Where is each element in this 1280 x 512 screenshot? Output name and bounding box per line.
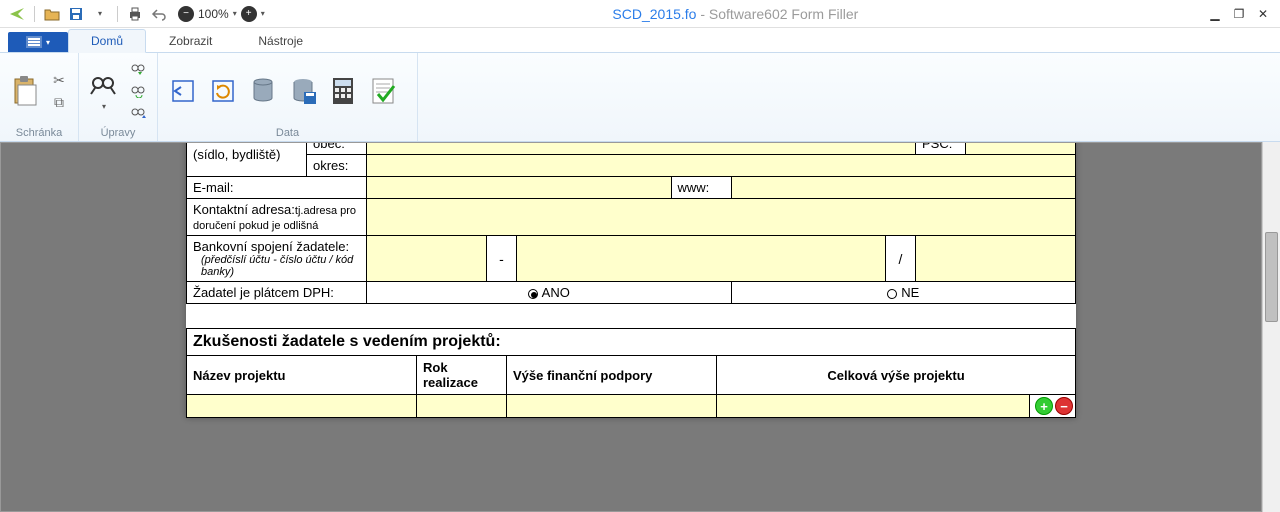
calculator-button[interactable] <box>326 67 360 115</box>
bank-label: Bankovní spojení žadatele: <box>193 239 349 254</box>
residence-label: (sídlo, bydliště) <box>187 142 307 177</box>
vat-no-label: NE <box>901 285 919 300</box>
ribbon-tabs: ▾ Domů Zobrazit Nástroje <box>0 28 1280 52</box>
col-total: Celková výše projektu <box>717 356 1076 395</box>
zoom-dropdown-icon[interactable]: ▾ <box>233 9 237 18</box>
contact-label: Kontaktní adresa: <box>193 202 295 217</box>
psc-field[interactable] <box>966 142 1076 155</box>
zoom-controls: − 100% ▾ + ▾ <box>178 6 265 22</box>
vat-yes-cell[interactable]: ANO <box>367 282 732 304</box>
ribbon-group-clipboard: ✂ ⧉ Schránka <box>0 53 79 141</box>
table-row: + − <box>187 395 1076 418</box>
add-row-button[interactable]: + <box>1035 397 1053 415</box>
copy-button[interactable]: ⧉ <box>48 92 70 112</box>
ribbon-group-clipboard-label: Schránka <box>8 125 70 139</box>
vertical-scrollbar[interactable] <box>1262 142 1280 512</box>
undo-icon[interactable] <box>150 5 168 23</box>
cut-button[interactable]: ✂ <box>48 70 70 90</box>
refresh-out-button[interactable] <box>166 67 200 115</box>
find-next-button[interactable] <box>127 59 149 79</box>
file-tab[interactable]: ▾ <box>8 32 68 52</box>
radio-unselected-icon[interactable] <box>887 289 897 299</box>
window-title: SCD_2015.fo - Software602 Form Filler <box>265 6 1206 22</box>
restore-button[interactable]: ❐ <box>1230 5 1248 23</box>
window-controls: ▁ ❐ ✕ <box>1206 5 1280 23</box>
email-label: E-mail: <box>187 177 367 199</box>
form-page: (sídlo, bydliště) obec: PSČ: okres: E-ma… <box>186 142 1076 418</box>
vat-yes-label: ANO <box>542 285 570 300</box>
database-save-button[interactable] <box>286 67 320 115</box>
find-button[interactable]: ▾ <box>87 67 121 115</box>
www-label: www: <box>671 177 731 199</box>
col-project-name: Název projektu <box>187 356 417 395</box>
ribbon-group-data: Data <box>158 53 418 141</box>
app-name: Software602 Form Filler <box>709 6 858 22</box>
okres-label: okres: <box>307 155 367 177</box>
tab-view[interactable]: Zobrazit <box>146 29 235 52</box>
database-button[interactable] <box>246 67 280 115</box>
tab-tools[interactable]: Nástroje <box>235 29 326 52</box>
applicant-table: (sídlo, bydliště) obec: PSČ: okres: E-ma… <box>186 142 1076 304</box>
scrollbar-thumb[interactable] <box>1265 232 1278 322</box>
validate-button[interactable] <box>366 67 400 115</box>
psc-label: PSČ: <box>916 142 966 155</box>
title-bar: ▾ − 100% ▾ + ▾ SCD_2015.fo - Software602… <box>0 0 1280 28</box>
col-year: Rok realizace <box>417 356 507 395</box>
paste-button[interactable] <box>8 67 42 115</box>
zoom-value: 100% <box>198 7 229 21</box>
quick-access-toolbar: ▾ − 100% ▾ + ▾ <box>0 5 265 23</box>
bank-code-field[interactable] <box>916 236 1076 282</box>
bank-prefix-field[interactable] <box>367 236 487 282</box>
zoom-out-button[interactable]: − <box>178 6 194 22</box>
project-name-field[interactable] <box>187 395 417 418</box>
radio-selected-icon[interactable] <box>528 289 538 299</box>
save-icon[interactable] <box>67 5 85 23</box>
vat-no-cell[interactable]: NE <box>731 282 1076 304</box>
bank-account-field[interactable] <box>517 236 886 282</box>
document-name: SCD_2015.fo <box>612 6 696 22</box>
print-icon[interactable] <box>126 5 144 23</box>
bank-slash: / <box>886 236 916 282</box>
open-icon[interactable] <box>43 5 61 23</box>
ribbon: ✂ ⧉ Schránka ▾ Úpravy <box>0 52 1280 142</box>
delete-row-button[interactable]: − <box>1055 397 1073 415</box>
vat-label: Žadatel je plátcem DPH: <box>187 282 367 304</box>
work-area: (sídlo, bydliště) obec: PSČ: okres: E-ma… <box>0 142 1280 512</box>
obec-field[interactable] <box>367 142 916 155</box>
bank-dash: - <box>487 236 517 282</box>
find-prev-button[interactable] <box>127 103 149 123</box>
bank-hint: (předčíslí účtu - číslo účtu / kód banky… <box>193 254 360 278</box>
row-controls-cell: + − <box>1029 395 1075 418</box>
bank-label-cell: Bankovní spojení žadatele: (předčíslí úč… <box>187 236 367 282</box>
minimize-button[interactable]: ▁ <box>1206 5 1224 23</box>
title-separator: - <box>696 6 708 22</box>
project-year-field[interactable] <box>417 395 507 418</box>
refresh-in-button[interactable] <box>206 67 240 115</box>
ribbon-group-edits: ▾ Úpravy <box>79 53 158 141</box>
document-viewport[interactable]: (sídlo, bydliště) obec: PSČ: okres: E-ma… <box>0 142 1262 512</box>
experience-table: Zkušenosti žadatele s vedením projektů: … <box>186 328 1076 418</box>
project-support-field[interactable] <box>507 395 717 418</box>
file-icon <box>26 36 42 48</box>
ribbon-group-data-label: Data <box>166 125 409 139</box>
save-dropdown-icon[interactable]: ▾ <box>91 5 109 23</box>
col-support: Výše finanční podpory <box>507 356 717 395</box>
email-field[interactable] <box>367 177 672 199</box>
find-replace-button[interactable] <box>127 81 149 101</box>
contact-label-cell: Kontaktní adresa:tj.adresa pro doručení … <box>187 199 367 236</box>
experience-title: Zkušenosti žadatele s vedením projektů: <box>187 329 1076 356</box>
ribbon-group-edits-label: Úpravy <box>87 125 149 139</box>
send-icon[interactable] <box>8 5 26 23</box>
project-total-field[interactable] <box>717 395 1030 418</box>
close-button[interactable]: ✕ <box>1254 5 1272 23</box>
obec-label: obec: <box>307 142 367 155</box>
contact-field[interactable] <box>367 199 1076 236</box>
www-field[interactable] <box>731 177 1076 199</box>
tab-home[interactable]: Domů <box>68 29 146 53</box>
zoom-in-button[interactable]: + <box>241 6 257 22</box>
okres-field[interactable] <box>367 155 1076 177</box>
